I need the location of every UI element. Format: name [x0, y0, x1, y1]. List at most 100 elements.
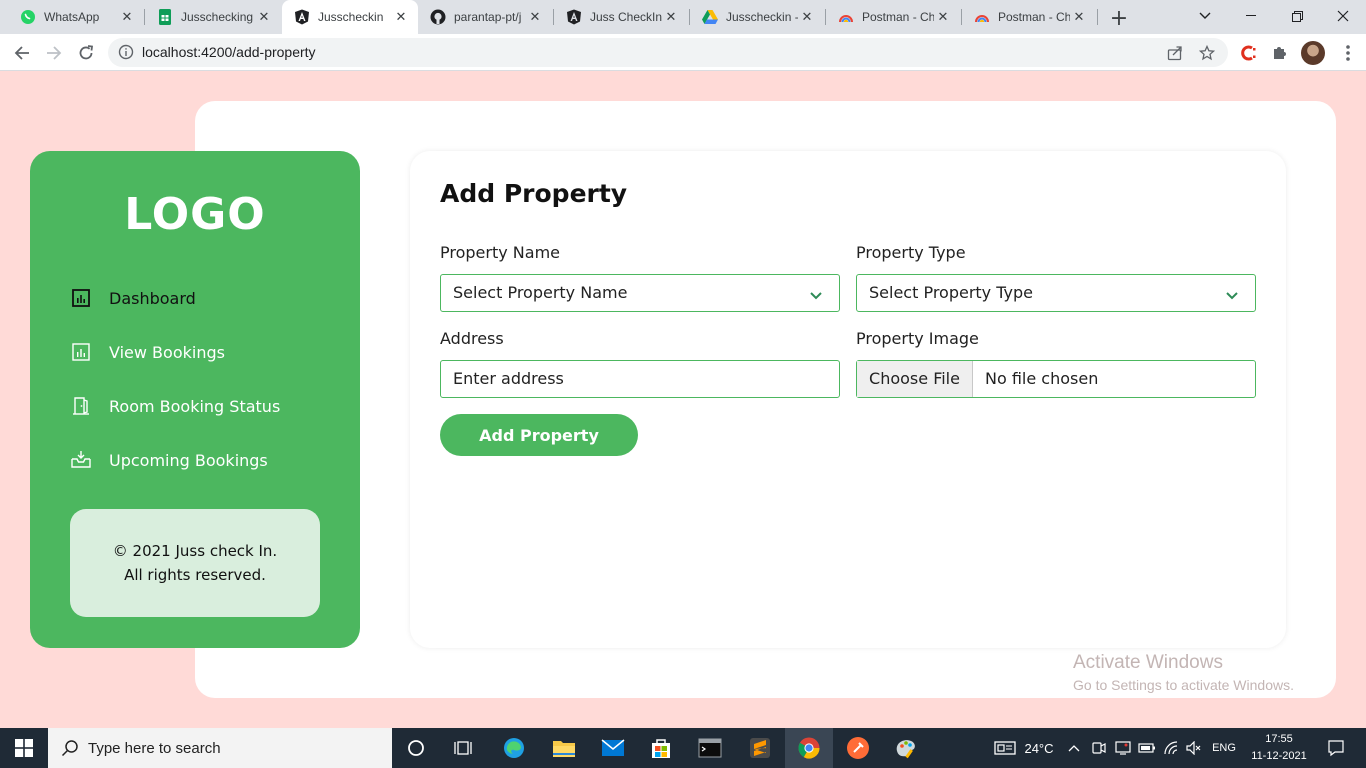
close-icon[interactable]: ✕: [1070, 8, 1088, 26]
tab-juss-checkin[interactable]: Juss CheckIn ✕: [554, 0, 688, 34]
start-button[interactable]: [0, 728, 48, 768]
star-icon[interactable]: [1198, 44, 1216, 62]
profile-avatar[interactable]: [1301, 41, 1325, 65]
property-name-value: Select Property Name: [453, 283, 628, 302]
tab-postman-1[interactable]: Postman - Ch ✕: [826, 0, 960, 34]
property-name-select[interactable]: Select Property Name: [440, 274, 840, 312]
choose-file-button[interactable]: Choose File: [857, 361, 973, 397]
property-image-input[interactable]: Choose File No file chosen: [856, 360, 1256, 398]
property-type-select[interactable]: Select Property Type: [856, 274, 1256, 312]
arrow-left-icon: [14, 46, 29, 60]
taskbar-search-box[interactable]: Type here to search: [48, 728, 392, 768]
windows-taskbar: Type here to search 24°C ENG 17:55 11-12…: [0, 728, 1366, 768]
tab-jusscheckin-active[interactable]: Jusscheckin ✕: [282, 0, 418, 34]
copyright-text: © 2021 Juss check In.: [112, 542, 278, 560]
sidebar-item-label: Upcoming Bookings: [109, 450, 268, 470]
clock-time: 17:55: [1265, 733, 1293, 745]
add-property-button[interactable]: Add Property: [440, 414, 638, 456]
notification-icon[interactable]: [1318, 728, 1354, 768]
battery-icon[interactable]: [1136, 728, 1158, 768]
close-icon[interactable]: ✕: [934, 8, 952, 26]
inbox-icon: [70, 449, 92, 471]
tab-whatsapp[interactable]: WhatsApp ✕: [8, 0, 144, 34]
file-explorer-icon[interactable]: [540, 728, 588, 768]
terminal-icon[interactable]: [686, 728, 734, 768]
browser-toolbar: localhost:4200/add-property: [0, 34, 1366, 71]
wifi-icon[interactable]: [1160, 728, 1184, 768]
door-icon: [70, 395, 92, 417]
forward-button[interactable]: [40, 39, 68, 67]
sublime-text-icon[interactable]: [736, 728, 784, 768]
clock-date: 11-12-2021: [1251, 750, 1307, 762]
property-type-label: Property Type: [856, 243, 966, 262]
tab-github[interactable]: parantap-pt/j ✕: [418, 0, 552, 34]
watermark-title: Activate Windows: [1073, 652, 1223, 673]
reload-button[interactable]: [72, 39, 100, 67]
sidebar-item-dashboard[interactable]: Dashboard: [70, 283, 330, 313]
property-type-value: Select Property Type: [869, 283, 1033, 302]
meet-now-icon[interactable]: [1088, 728, 1110, 768]
minimize-button[interactable]: [1228, 0, 1274, 32]
address-input[interactable]: Enter address: [440, 360, 840, 398]
arrow-right-icon: [47, 46, 62, 60]
search-icon: [60, 738, 80, 758]
language-indicator[interactable]: ENG: [1206, 728, 1242, 768]
tab-google-drive[interactable]: Jusscheckin - ✕: [690, 0, 824, 34]
restore-button[interactable]: [1274, 0, 1320, 32]
display-icon[interactable]: [1112, 728, 1134, 768]
angular-icon: [566, 9, 582, 25]
sidebar-item-view-bookings[interactable]: View Bookings: [70, 337, 330, 367]
add-property-card: Add Property Property Name Select Proper…: [410, 151, 1286, 648]
chart-icon: [70, 341, 92, 363]
back-button[interactable]: [8, 39, 36, 67]
tab-postman-2[interactable]: Postman - Ch ✕: [962, 0, 1096, 34]
menu-dots-icon[interactable]: [1340, 43, 1356, 63]
info-icon[interactable]: [118, 44, 134, 60]
address-bar[interactable]: localhost:4200/add-property: [108, 38, 1228, 67]
file-status-text: No file chosen: [985, 369, 1099, 388]
paint-icon[interactable]: [882, 728, 930, 768]
close-window-button[interactable]: [1320, 0, 1366, 32]
edge-icon[interactable]: [490, 728, 538, 768]
tab-search-button[interactable]: [1182, 0, 1228, 32]
sidebar-item-room-booking-status[interactable]: Room Booking Status: [70, 391, 330, 421]
sidebar-item-label: Room Booking Status: [109, 396, 281, 416]
chart-icon: [70, 287, 92, 309]
postman-app-icon[interactable]: [834, 728, 882, 768]
sidebar-item-label: Dashboard: [109, 288, 196, 308]
extension-c-icon[interactable]: [1236, 41, 1260, 65]
cortana-icon[interactable]: [392, 728, 440, 768]
tab-title: Postman - Ch: [998, 10, 1070, 24]
logo: LOGO: [124, 189, 266, 240]
postman-icon: [974, 9, 990, 25]
chevron-down-icon: [1225, 287, 1239, 300]
page-background: LOGO Dashboard View Bookings Room Bookin…: [0, 71, 1366, 728]
chevron-up-icon[interactable]: [1064, 728, 1084, 768]
sidebar-item-upcoming-bookings[interactable]: Upcoming Bookings: [70, 445, 330, 475]
tab-title: Jusscheckin -: [726, 10, 798, 24]
whatsapp-icon: [20, 9, 36, 25]
mail-icon[interactable]: [589, 728, 637, 768]
chevron-down-icon: [809, 287, 823, 300]
copyright-box: © 2021 Juss check In. All rights reserve…: [70, 509, 320, 617]
new-tab-button[interactable]: +: [1106, 5, 1132, 31]
rights-text: All rights reserved.: [124, 566, 266, 584]
microsoft-store-icon[interactable]: [637, 728, 685, 768]
weather-widget[interactable]: 24°C: [988, 728, 1060, 768]
task-view-icon[interactable]: [440, 728, 488, 768]
close-icon[interactable]: ✕: [662, 8, 680, 26]
extensions-puzzle-icon[interactable]: [1268, 41, 1292, 65]
tab-separator: [1097, 9, 1098, 25]
tab-title: WhatsApp: [44, 10, 100, 24]
close-icon[interactable]: ✕: [392, 8, 410, 26]
tab-jusschecking-sheet[interactable]: Jusschecking ✕: [145, 0, 281, 34]
close-icon[interactable]: ✕: [255, 8, 273, 26]
close-icon[interactable]: ✕: [118, 8, 136, 26]
volume-mute-icon[interactable]: [1184, 728, 1204, 768]
chrome-icon[interactable]: [785, 728, 833, 768]
share-icon[interactable]: [1166, 44, 1184, 62]
taskbar-clock[interactable]: 17:55 11-12-2021: [1246, 731, 1312, 765]
close-icon[interactable]: ✕: [526, 8, 544, 26]
address-placeholder: Enter address: [453, 369, 564, 388]
close-icon[interactable]: ✕: [798, 8, 816, 26]
